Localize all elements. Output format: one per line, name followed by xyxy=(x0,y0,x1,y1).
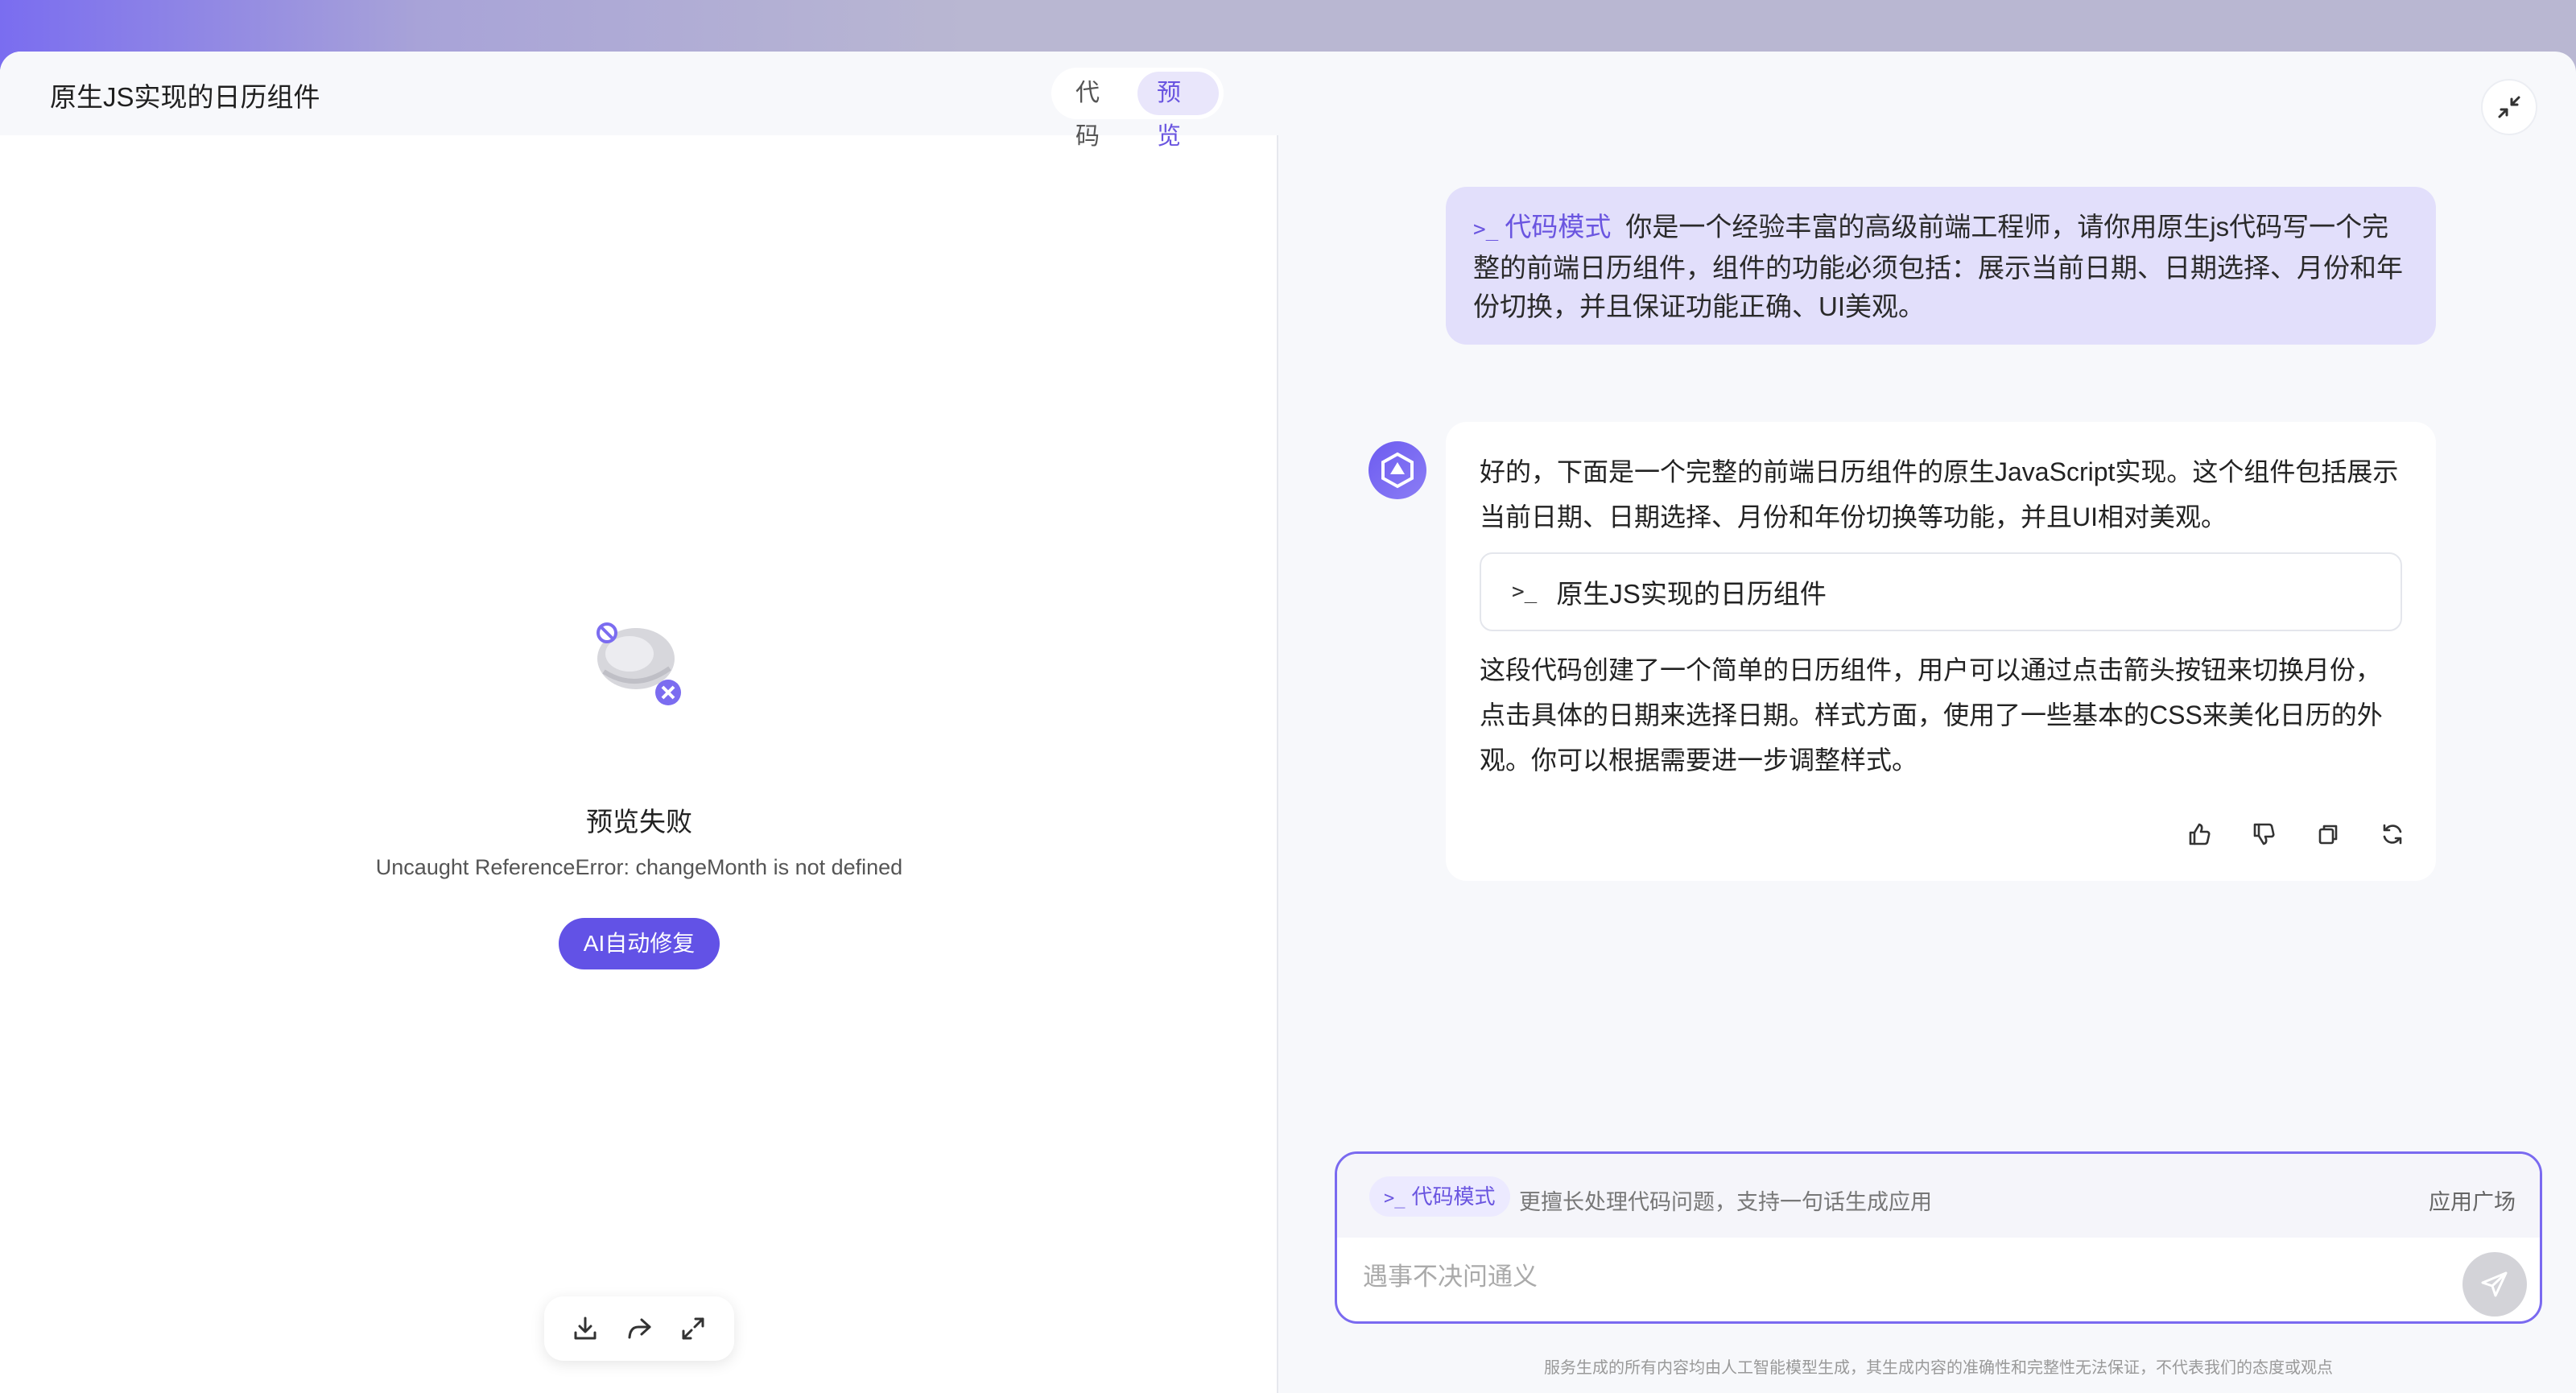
chat-input[interactable] xyxy=(1363,1257,2409,1297)
send-button[interactable] xyxy=(2462,1252,2527,1317)
expand-icon[interactable] xyxy=(675,1311,711,1346)
send-icon xyxy=(2479,1269,2510,1300)
code-mode-chip[interactable]: >_ 代码模式 xyxy=(1369,1176,1510,1217)
error-message: Uncaught ReferenceError: changeMonth is … xyxy=(0,855,1278,880)
tab-preview[interactable]: 预览 xyxy=(1137,72,1219,115)
user-mode-tag: >_ 代码模式 xyxy=(1473,212,1611,242)
preview-title: 原生JS实现的日历组件 xyxy=(50,76,320,114)
preview-toolbar xyxy=(544,1296,734,1361)
view-toggle: 代码 预览 xyxy=(1051,68,1224,119)
assistant-paragraph-1: 好的，下面是一个完整的前端日历组件的原生JavaScript实现。这个组件包括展… xyxy=(1480,449,2405,539)
app-square-link[interactable]: 应用广场 xyxy=(2429,1184,2516,1216)
code-card-title: 原生JS实现的日历组件 xyxy=(1556,572,1827,611)
mode-description: 更擅长处理代码问题，支持一句话生成应用 xyxy=(1519,1184,1932,1216)
assistant-paragraph-2: 这段代码创建了一个简单的日历组件，用户可以通过点击箭头按钮来切换月份，点击具体的… xyxy=(1480,647,2405,783)
share-icon[interactable] xyxy=(621,1311,657,1346)
ai-fix-button[interactable]: AI自动修复 xyxy=(559,918,720,969)
chip-label: 代码模式 xyxy=(1412,1184,1496,1209)
terminal-icon: >_ xyxy=(1512,580,1537,604)
disclaimer: 服务生成的所有内容均由人工智能模型生成，其生成内容的准确性和完整性无法保证，不代… xyxy=(1335,1354,2542,1378)
assistant-message: 好的，下面是一个完整的前端日历组件的原生JavaScript实现。这个组件包括展… xyxy=(1446,422,2436,881)
error-title: 预览失败 xyxy=(0,800,1278,839)
copy-icon[interactable] xyxy=(2310,816,2346,852)
thumbs-down-icon[interactable] xyxy=(2246,816,2281,852)
user-message: >_ 代码模式你是一个经验丰富的高级前端工程师，请你用原生js代码写一个完整的前端… xyxy=(1446,187,2436,345)
thumbs-up-icon[interactable] xyxy=(2182,816,2217,852)
app-window: 原生JS实现的日历组件 代码 预览 预览失败 Unca xyxy=(0,52,2576,1393)
download-icon[interactable] xyxy=(568,1311,603,1346)
code-artifact-card[interactable]: >_ 原生JS实现的日历组件 xyxy=(1480,552,2402,631)
collapse-button[interactable] xyxy=(2481,79,2537,135)
message-actions xyxy=(2182,815,2410,854)
preview-panel: 原生JS实现的日历组件 代码 预览 预览失败 Unca xyxy=(0,52,1278,1393)
regenerate-icon[interactable] xyxy=(2375,816,2410,852)
assistant-avatar xyxy=(1368,441,1426,499)
input-mode-bar: >_ 代码模式 更擅长处理代码问题，支持一句话生成应用 应用广场 xyxy=(1337,1154,2540,1238)
user-message-text: 你是一个经验丰富的高级前端工程师，请你用原生js代码写一个完整的前端日历组件，组… xyxy=(1473,212,2403,321)
terminal-icon: >_ xyxy=(1473,217,1498,242)
preview-header: 原生JS实现的日历组件 代码 预览 xyxy=(0,52,1278,135)
chat-input-box: >_ 代码模式 更擅长处理代码问题，支持一句话生成应用 应用广场 xyxy=(1335,1151,2542,1324)
preview-failed-icon xyxy=(589,615,689,715)
terminal-icon: >_ xyxy=(1384,1188,1406,1209)
mode-label: 代码模式 xyxy=(1505,212,1611,242)
collapse-icon xyxy=(2496,94,2522,120)
assistant-logo-icon xyxy=(1378,451,1417,490)
tab-code[interactable]: 代码 xyxy=(1056,72,1137,115)
